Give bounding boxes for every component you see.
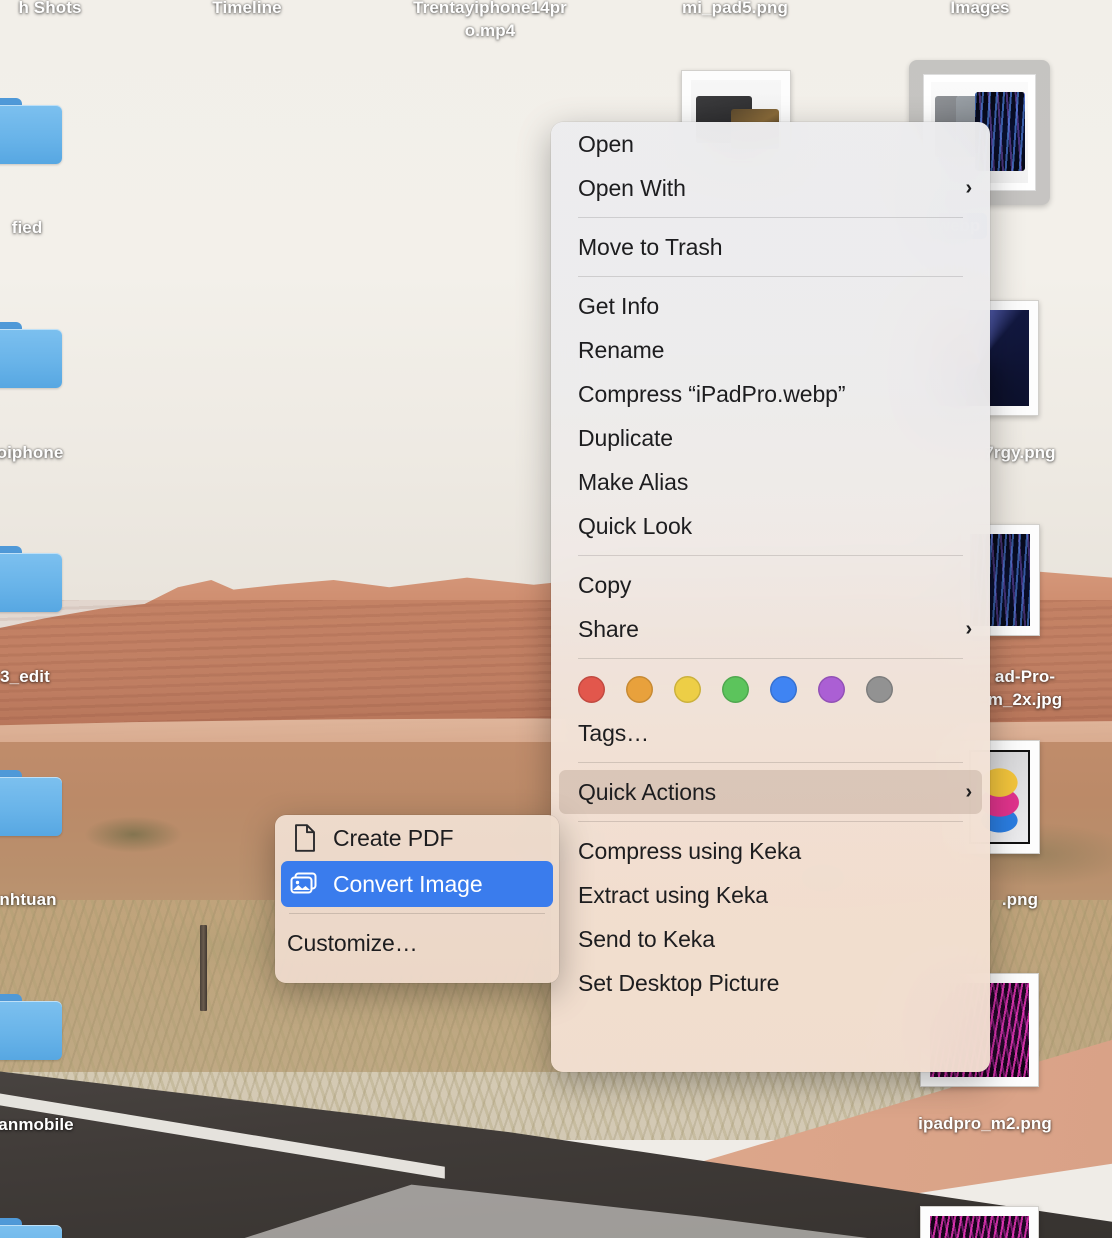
- submenu-item-label: Create PDF: [333, 824, 454, 851]
- menu-item-label: Set Desktop Picture: [578, 969, 780, 996]
- menu-item-label: Extract using Keka: [578, 881, 768, 908]
- desktop-icon-label: Timeline: [212, 0, 282, 17]
- menu-item-send-keka[interactable]: Send to Keka: [551, 917, 990, 961]
- submenu-item-label: Customize…: [287, 929, 418, 956]
- menu-item-rename[interactable]: Rename: [551, 328, 990, 372]
- desktop-icon-label: anmobile: [0, 1115, 74, 1134]
- menu-item-extract-keka[interactable]: Extract using Keka: [551, 873, 990, 917]
- tag-color-gray[interactable]: [866, 676, 893, 703]
- desktop-icon-label: Images: [950, 0, 1010, 17]
- chevron-right-icon: ›: [965, 618, 972, 640]
- desktop-folder-icon[interactable]: [0, 322, 62, 388]
- menu-item-open[interactable]: Open: [551, 122, 990, 166]
- quick-actions-submenu[interactable]: Create PDF Convert Image Customize…: [275, 815, 559, 983]
- menu-item-label: Tags…: [578, 719, 650, 746]
- menu-separator: [578, 658, 963, 659]
- tag-color-green[interactable]: [722, 676, 749, 703]
- tag-color-blue[interactable]: [770, 676, 797, 703]
- folder-body-icon: [0, 1001, 62, 1060]
- context-menu[interactable]: Open Open With › Move to Trash Get Info Renam…: [551, 122, 990, 1072]
- desktop-icon-label: Trentayiphone14pr o.mp4: [413, 0, 567, 40]
- menu-item-move-to-trash[interactable]: Move to Trash: [551, 225, 990, 269]
- desktop-icon-label: 3_edit: [0, 667, 50, 686]
- menu-item-label: Duplicate: [578, 424, 673, 451]
- menu-item-label: Move to Trash: [578, 233, 723, 260]
- menu-separator: [578, 555, 963, 556]
- thumbnail-preview: [930, 1216, 1029, 1238]
- desktop-folder-icon[interactable]: [0, 98, 62, 164]
- desktop-icon-label: mi_pad5.png: [682, 0, 788, 17]
- document-icon: [287, 823, 321, 853]
- folder-body-icon: [0, 553, 62, 612]
- desktop-folder-icon[interactable]: [0, 546, 62, 612]
- ipad-thumbnail-icon: [930, 1216, 1029, 1238]
- wallpaper-roadside-post: [200, 925, 207, 1011]
- menu-item-label: Quick Actions: [578, 778, 717, 805]
- menu-item-quick-look[interactable]: Quick Look: [551, 504, 990, 548]
- submenu-item-label: Convert Image: [333, 870, 483, 897]
- desktop-icon-label: h Shots: [18, 0, 82, 17]
- menu-item-label: Rename: [578, 336, 665, 363]
- menu-item-label: Open: [578, 130, 634, 157]
- submenu-separator: [289, 913, 545, 914]
- tag-color-red[interactable]: [578, 676, 605, 703]
- menu-separator: [578, 821, 963, 822]
- menu-item-label: Share: [578, 615, 639, 642]
- desktop-icon-label: fied: [11, 218, 43, 237]
- menu-item-label: Copy: [578, 571, 632, 598]
- menu-separator: [578, 276, 963, 277]
- menu-item-label: Compress using Keka: [578, 837, 802, 864]
- menu-item-label: Make Alias: [578, 468, 689, 495]
- menu-item-open-with[interactable]: Open With ›: [551, 166, 990, 210]
- tag-color-orange[interactable]: [626, 676, 653, 703]
- menu-item-label: Compress “iPadPro.webp”: [578, 380, 846, 407]
- menu-item-copy[interactable]: Copy: [551, 563, 990, 607]
- menu-item-get-info[interactable]: Get Info: [551, 284, 990, 328]
- tag-color-yellow[interactable]: [674, 676, 701, 703]
- photo-stack-icon: [287, 869, 321, 899]
- submenu-item-create-pdf[interactable]: Create PDF: [275, 815, 559, 861]
- desktop-folder-icon[interactable]: [0, 770, 62, 836]
- menu-item-label: Get Info: [578, 292, 660, 319]
- folder-body-icon: [0, 777, 62, 836]
- menu-item-label: Send to Keka: [578, 925, 715, 952]
- chevron-right-icon: ›: [965, 177, 972, 199]
- desktop-image-icon[interactable]: [920, 1206, 1039, 1238]
- tag-color-purple[interactable]: [818, 676, 845, 703]
- submenu-item-convert-image[interactable]: Convert Image: [281, 861, 553, 907]
- menu-item-label: Open With: [578, 174, 686, 201]
- desktop-icon-label: nhtuan: [0, 890, 57, 909]
- folder-body-icon: [0, 1225, 62, 1238]
- menu-item-compress[interactable]: Compress “iPadPro.webp”: [551, 372, 990, 416]
- menu-separator: [578, 762, 963, 763]
- desktop-icon-label: ipadpro_m2.png: [918, 1114, 1052, 1133]
- menu-item-share[interactable]: Share ›: [551, 607, 990, 651]
- folder-body-icon: [0, 105, 62, 164]
- submenu-item-customize[interactable]: Customize…: [275, 920, 559, 966]
- menu-item-quick-actions[interactable]: Quick Actions ›: [559, 770, 982, 814]
- chevron-right-icon: ›: [965, 781, 972, 803]
- menu-item-tags[interactable]: Tags…: [551, 711, 990, 755]
- folder-body-icon: [0, 329, 62, 388]
- menu-separator: [578, 217, 963, 218]
- desktop-icon-label: oiphone: [0, 443, 64, 462]
- menu-item-duplicate[interactable]: Duplicate: [551, 416, 990, 460]
- menu-item-compress-keka[interactable]: Compress using Keka: [551, 829, 990, 873]
- menu-item-make-alias[interactable]: Make Alias: [551, 460, 990, 504]
- tag-color-row: [551, 666, 990, 711]
- desktop-folder-icon[interactable]: [0, 994, 62, 1060]
- desktop-folder-icon[interactable]: [0, 1218, 62, 1238]
- menu-item-set-desktop-picture[interactable]: Set Desktop Picture: [551, 961, 990, 1005]
- menu-item-label: Quick Look: [578, 512, 693, 539]
